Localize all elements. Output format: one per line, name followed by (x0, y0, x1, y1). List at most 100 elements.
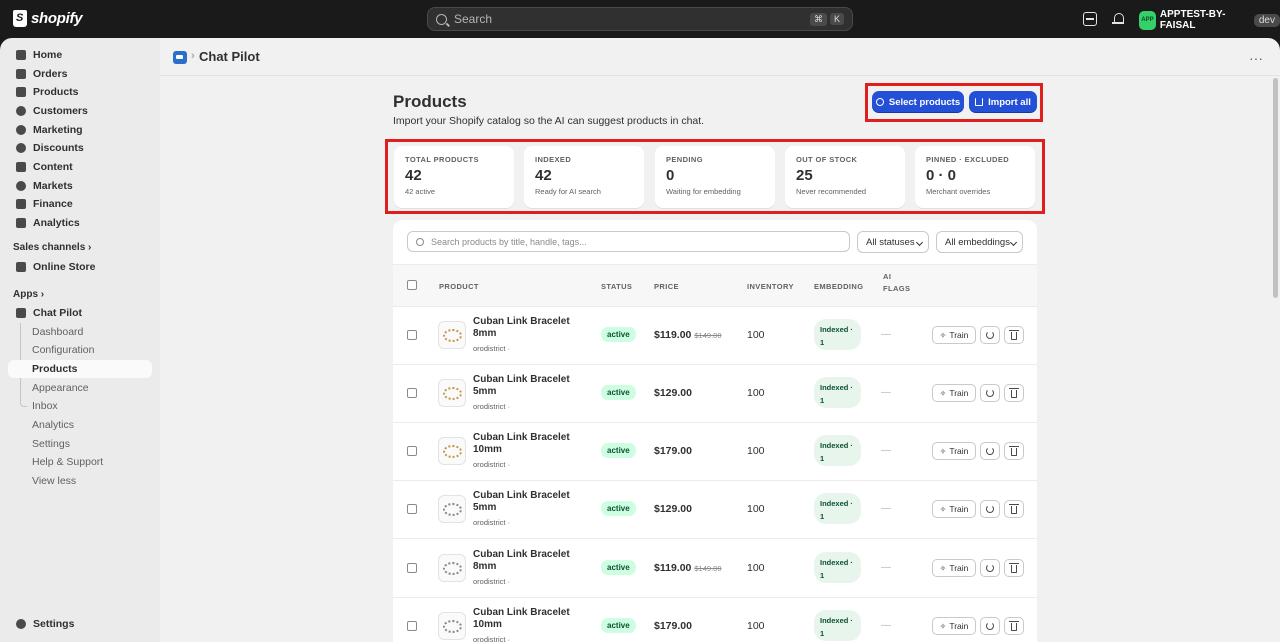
train-button[interactable]: ✧ Train (932, 442, 976, 460)
refresh-icon (986, 564, 994, 572)
sidebar-sub-settings[interactable]: Settings (32, 435, 70, 453)
bell-icon[interactable] (1112, 12, 1126, 26)
row-checkbox[interactable] (407, 330, 417, 340)
sidebar-sub-help-support[interactable]: Help & Support (32, 453, 103, 471)
table-row[interactable]: Cuban Link Bracelet 10mm orodistrict · act… (393, 423, 1037, 481)
table-row[interactable]: Cuban Link Bracelet 8mm orodistrict · acti… (393, 540, 1037, 598)
refresh-button[interactable] (980, 500, 1000, 518)
sidebar-item-chat-pilot[interactable]: Chat Pilot (8, 304, 152, 322)
apps-header[interactable]: Apps › (13, 289, 44, 300)
refresh-icon (986, 389, 994, 397)
product-name[interactable]: Cuban Link Bracelet 10mm (473, 432, 578, 456)
sidebar-item-marketing[interactable]: Marketing (8, 121, 152, 139)
row-checkbox[interactable] (407, 388, 417, 398)
train-button[interactable]: ✧ Train (932, 384, 976, 402)
price-value: $179.00 (654, 445, 692, 457)
product-name[interactable]: Cuban Link Bracelet 8mm (473, 316, 578, 340)
embedding-badge: Indexed · 1 (814, 435, 861, 466)
sidebar-item-settings[interactable]: Settings (8, 615, 152, 633)
product-name[interactable]: Cuban Link Bracelet 8mm (473, 549, 578, 573)
sales-channels-header[interactable]: Sales channels › (13, 242, 91, 253)
train-button[interactable]: ✧ Train (932, 617, 976, 635)
product-search-input[interactable]: Search products by title, handle, tags..… (407, 231, 850, 252)
row-checkbox[interactable] (407, 563, 417, 573)
sidebar-item-orders[interactable]: Orders (8, 65, 152, 83)
column-header-ai-flags[interactable]: AI Flags (883, 271, 913, 295)
sidebar-sub-analytics[interactable]: Analytics (32, 416, 74, 434)
inbox-icon[interactable] (1083, 12, 1097, 26)
train-label: Train (949, 388, 969, 398)
refresh-button[interactable] (980, 617, 1000, 635)
delete-button[interactable] (1004, 384, 1024, 402)
refresh-button[interactable] (980, 559, 1000, 577)
sparkle-icon: ✧ (939, 621, 947, 631)
sidebar-sub-products[interactable]: Products (8, 360, 152, 378)
shopify-logo[interactable]: shopify (13, 10, 83, 27)
column-header-product[interactable]: Product (439, 281, 479, 293)
stat-card-pending: Pending 0 Waiting for embedding (655, 146, 775, 208)
stat-value: 25 (796, 167, 813, 184)
refresh-button[interactable] (980, 442, 1000, 460)
more-options-icon[interactable]: ··· (1249, 50, 1263, 66)
sidebar-item-finance[interactable]: Finance (8, 195, 152, 213)
store-menu[interactable]: APP APPTEST-BY-FAISAL dev (1139, 9, 1280, 31)
delete-button[interactable] (1004, 326, 1024, 344)
product-search-placeholder: Search products by title, handle, tags..… (431, 236, 587, 247)
column-header-price[interactable]: Price (654, 281, 679, 293)
train-button[interactable]: ✧ Train (932, 500, 976, 518)
sidebar-item-markets[interactable]: Markets (8, 177, 152, 195)
row-checkbox[interactable] (407, 446, 417, 456)
row-checkbox[interactable] (407, 504, 417, 514)
sidebar-sub-view-less[interactable]: View less (32, 472, 76, 490)
select-products-button[interactable]: Select products (872, 91, 964, 113)
status-badge: active (601, 443, 636, 458)
embedding-badge: Indexed · 1 (814, 493, 861, 524)
sidebar-item-home[interactable]: Home (8, 46, 152, 64)
delete-button[interactable] (1004, 617, 1024, 635)
delete-button[interactable] (1004, 500, 1024, 518)
sidebar-item-online-store[interactable]: Online Store (8, 258, 152, 276)
stat-value: 0 · 0 (926, 167, 957, 184)
column-header-status[interactable]: Status (601, 281, 632, 293)
sidebar-item-content[interactable]: Content (8, 158, 152, 176)
status-filter-value: All statuses (866, 236, 915, 248)
train-button[interactable]: ✧ Train (932, 326, 976, 344)
refresh-button[interactable] (980, 326, 1000, 344)
delete-button[interactable] (1004, 559, 1024, 577)
delete-button[interactable] (1004, 442, 1024, 460)
sidebar-item-label: Markets (33, 180, 73, 192)
refresh-button[interactable] (980, 384, 1000, 402)
scrollbar-thumb[interactable] (1273, 78, 1278, 298)
embedding-filter-select[interactable]: All embeddings (936, 231, 1023, 253)
table-row[interactable]: Cuban Link Bracelet 8mm orodistrict · acti… (393, 307, 1037, 365)
sidebar-item-customers[interactable]: Customers (8, 102, 152, 120)
select-all-checkbox[interactable] (407, 280, 417, 290)
status-filter-select[interactable]: All statuses (857, 231, 929, 253)
refresh-icon (986, 622, 994, 630)
sidebar-item-analytics[interactable]: Analytics (8, 214, 152, 232)
table-row[interactable]: Cuban Link Bracelet 5mm orodistrict · acti… (393, 481, 1037, 539)
sidebar-sub-inbox[interactable]: Inbox (32, 397, 58, 415)
train-button[interactable]: ✧ Train (932, 559, 976, 577)
avatar: APP (1139, 10, 1156, 30)
row-checkbox[interactable] (407, 621, 417, 631)
table-row[interactable]: Cuban Link Bracelet 5mm orodistrict · acti… (393, 365, 1037, 423)
ai-flags-value: — (881, 620, 891, 631)
top-bar: shopify Search ⌘ K APP APPTEST-BY-FAISAL… (0, 0, 1280, 38)
product-name[interactable]: Cuban Link Bracelet 5mm (473, 490, 578, 514)
sidebar-sub-appearance[interactable]: Appearance (32, 379, 89, 397)
sidebar-item-discounts[interactable]: Discounts (8, 139, 152, 157)
product-name[interactable]: Cuban Link Bracelet 10mm (473, 607, 578, 631)
import-all-button[interactable]: Import all (969, 91, 1037, 113)
ai-flags-value: — (881, 387, 891, 398)
sidebar-item-products[interactable]: Products (8, 83, 152, 101)
product-name[interactable]: Cuban Link Bracelet 5mm (473, 374, 578, 398)
sidebar-item-label: Settings (33, 618, 75, 630)
table-row[interactable]: Cuban Link Bracelet 10mm orodistrict · act… (393, 598, 1037, 642)
sidebar-sub-dashboard[interactable]: Dashboard (32, 323, 83, 341)
global-search[interactable]: Search ⌘ K (427, 7, 853, 31)
column-header-inventory[interactable]: Inventory (747, 281, 794, 293)
refresh-icon (986, 505, 994, 513)
column-header-embedding[interactable]: Embedding (814, 281, 863, 293)
sidebar-sub-configuration[interactable]: Configuration (32, 341, 94, 359)
